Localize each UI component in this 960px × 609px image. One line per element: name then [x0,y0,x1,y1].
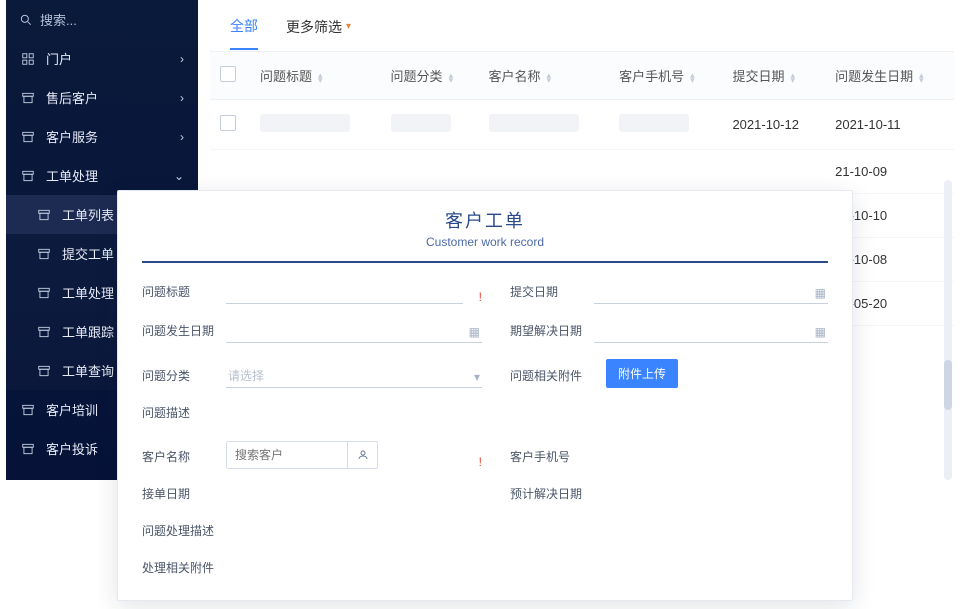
label-desc: 问题描述 [142,404,214,425]
select-category[interactable] [226,365,482,388]
table-row[interactable]: 21-10-09 [210,150,954,194]
tab-all[interactable]: 全部 [230,16,258,50]
required-icon: ! [479,290,482,304]
chevron-right-icon: › [180,130,184,144]
chevron-down-icon: ⌄ [174,169,184,183]
filter-tabs: 全部 更多筛选 ▾ [210,0,954,52]
label-customer-phone: 客户手机号 [510,448,582,469]
cell-occur-date: 21-10-09 [825,150,954,194]
label-expect-date: 期望解决日期 [510,322,582,343]
customer-search-button[interactable] [347,442,377,468]
archive-icon [20,441,36,457]
sidebar-item-customer-service[interactable]: 客户服务 › [6,117,198,156]
modal-title: 客户工单 [142,207,828,233]
col-customer-phone[interactable]: 客户手机号▴▾ [609,52,722,100]
sort-icon: ▴▾ [690,73,695,83]
modal-subtitle: Customer work record [142,235,828,249]
archive-icon [20,129,36,145]
required-icon: ! [479,455,482,469]
input-submit-date[interactable] [594,281,828,304]
label-receive-date: 接单日期 [142,485,214,506]
sidebar-search-placeholder: 搜索... [40,10,77,29]
input-occur-date[interactable] [226,320,482,343]
archive-icon [36,207,52,223]
archive-icon [36,246,52,262]
caret-down-icon: ▾ [346,21,351,32]
label-category: 问题分类 [142,367,214,388]
grid-icon [20,51,36,67]
tab-more-filter[interactable]: 更多筛选 ▾ [286,17,351,49]
chevron-right-icon: › [180,52,184,66]
customer-search-input[interactable] [227,442,347,468]
label-handle-attach: 处理相关附件 [142,559,226,580]
sort-icon: ▴▾ [449,73,454,83]
sidebar-item-aftersales-customer[interactable]: 售后客户 › [6,78,198,117]
cell-redacted [619,114,689,132]
archive-icon [20,90,36,106]
divider [142,261,828,263]
cell-redacted [260,114,350,132]
archive-icon [20,168,36,184]
archive-icon [36,285,52,301]
archive-icon [36,324,52,340]
scrollbar[interactable] [944,180,952,480]
customer-ticket-modal: 客户工单 Customer work record 问题标题 ! 提交日期 ▦ … [117,190,853,601]
col-issue-category[interactable]: 问题分类▴▾ [381,52,479,100]
checkbox-all[interactable] [220,66,236,82]
chevron-right-icon: › [180,91,184,105]
label-estimate-date: 预计解决日期 [510,485,594,506]
table-row[interactable]: 2021-10-12 2021-10-11 [210,100,954,150]
sidebar-search[interactable]: 搜索... [6,0,198,39]
sort-icon: ▴▾ [318,73,323,83]
label-submit-date: 提交日期 [510,283,582,304]
sort-icon: ▴▾ [547,73,552,83]
col-submit-date[interactable]: 提交日期▴▾ [722,52,825,100]
customer-search [226,441,378,469]
cell-submit-date: 2021-10-12 [722,100,825,150]
upload-attachment-button[interactable]: 附件上传 [606,359,678,388]
col-occur-date[interactable]: 问题发生日期▴▾ [825,52,954,100]
archive-icon [36,363,52,379]
label-handle-desc: 问题处理描述 [142,522,226,543]
search-icon [18,12,34,28]
cell-occur-date: 2021-10-11 [825,100,954,150]
cell-redacted [489,114,579,132]
label-occur-date: 问题发生日期 [142,322,214,343]
sort-icon: ▴▾ [790,73,795,83]
col-customer-name[interactable]: 客户名称▴▾ [479,52,610,100]
checkbox-row[interactable] [220,115,236,131]
sort-icon: ▴▾ [919,73,924,83]
input-issue-title[interactable] [226,281,463,304]
input-customer-phone[interactable] [594,447,828,469]
archive-icon [20,480,36,481]
cell-redacted [391,114,451,132]
archive-icon [20,402,36,418]
sidebar-item-portal[interactable]: 门户 › [6,39,198,78]
label-issue-title: 问题标题 [142,283,214,304]
label-customer: 客户名称 [142,448,214,469]
col-issue-title[interactable]: 问题标题▴▾ [250,52,381,100]
input-expect-date[interactable] [594,320,828,343]
label-attachment: 问题相关附件 [510,367,594,388]
